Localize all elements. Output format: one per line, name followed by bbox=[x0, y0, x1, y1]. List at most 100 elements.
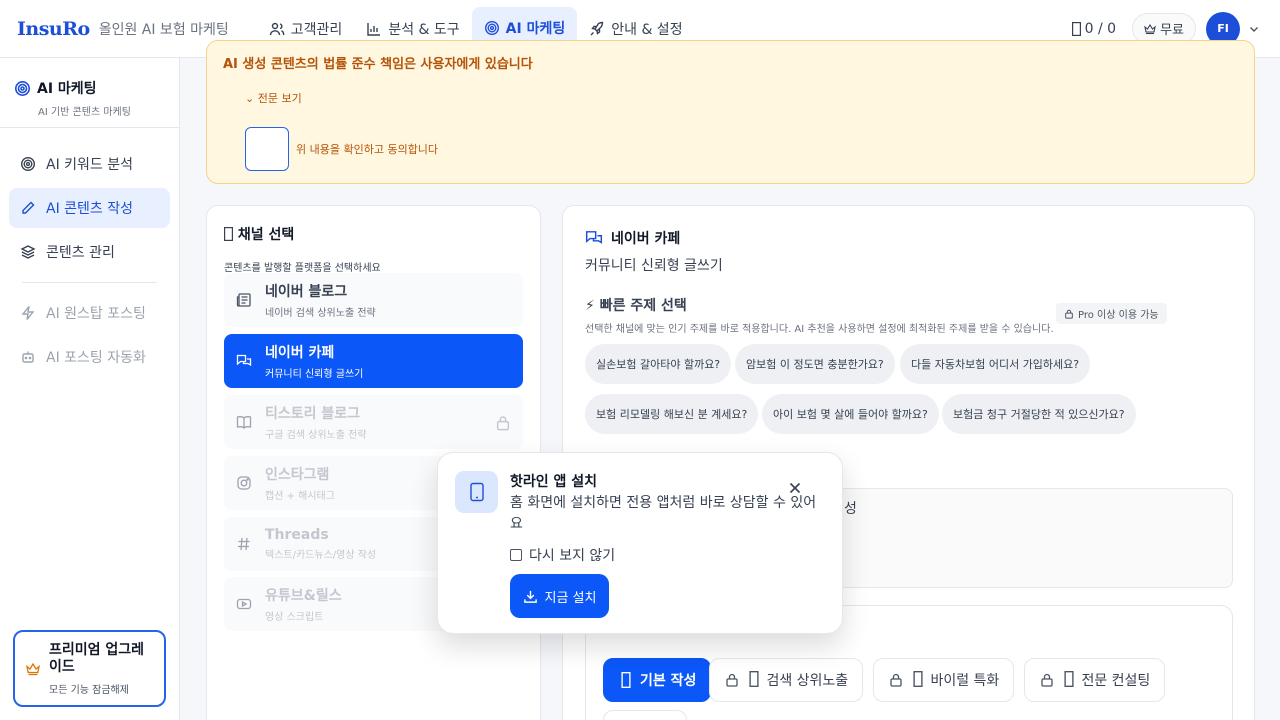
newspaper-icon bbox=[236, 293, 251, 307]
install-now-label: 지금 설치 bbox=[544, 590, 597, 606]
sidebar-subtitle: AI 기반 콘텐츠 마케팅 bbox=[38, 107, 131, 118]
channel-name: 티스토리 블로그 bbox=[265, 406, 361, 422]
channel-name: 유튜브&릴스 bbox=[265, 588, 342, 604]
lock-icon bbox=[496, 416, 510, 431]
tablet-icon bbox=[455, 471, 498, 513]
notice-more-label: 전문 보기 bbox=[257, 92, 302, 105]
crown-icon bbox=[26, 662, 40, 676]
content-panel-title-text: 네이버 카페 bbox=[611, 231, 681, 247]
channel-panel-title: 채널 선택 bbox=[224, 224, 294, 244]
content-panel-subtitle: 커뮤니티 신뢰형 글쓰기 bbox=[585, 258, 723, 274]
style-label-text: 바이럴 특화 bbox=[930, 673, 1000, 689]
sidebar-item-keyword-analysis[interactable]: AI 키워드 분석 bbox=[9, 144, 170, 184]
premium-upgrade-card[interactable]: 프리미엄 업그레이드 모든 기능 잠금해제 bbox=[13, 630, 166, 707]
sidebar-item-auto-posting[interactable]: AI 포스팅 자동화 bbox=[9, 337, 170, 377]
pro-badge-label: Pro 이상 이용 가능 bbox=[1078, 310, 1159, 321]
nav-label: 분석 & 도구 bbox=[388, 21, 460, 38]
chat-bubbles-icon bbox=[585, 231, 603, 244]
dont-show-again-label: 다시 보지 않기 bbox=[529, 548, 616, 564]
premium-subtitle: 모든 기능 잠금해제 bbox=[49, 685, 129, 696]
dont-show-again[interactable]: 다시 보지 않기 bbox=[510, 545, 615, 565]
download-icon bbox=[523, 590, 537, 603]
lightning-icon bbox=[21, 306, 35, 320]
style-seo-button[interactable]: 검색 상위노출 bbox=[709, 658, 864, 702]
sidebar-divider bbox=[22, 282, 157, 283]
nav-label: 안내 & 설정 bbox=[611, 21, 683, 38]
style-label: 기본 작성 bbox=[640, 673, 697, 689]
credit-counter[interactable]: 0 / 0 bbox=[1071, 20, 1117, 37]
style-icon bbox=[913, 671, 923, 688]
target-icon bbox=[15, 80, 30, 96]
book-icon bbox=[236, 416, 252, 429]
credit-value: 0 / 0 bbox=[1084, 20, 1117, 37]
channel-desc: 구글 검색 상위노출 전략 bbox=[265, 430, 367, 441]
popup-title: 핫라인 앱 설치 bbox=[510, 474, 598, 490]
channel-name: 네이버 블로그 bbox=[265, 284, 348, 300]
users-icon bbox=[269, 22, 285, 35]
bar-chart-icon bbox=[367, 22, 381, 36]
channel-name: 인스타그램 bbox=[265, 467, 330, 483]
style-label: 검색 상위노출 bbox=[746, 670, 848, 690]
sidebar-item-label: AI 포스팅 자동화 bbox=[46, 350, 146, 366]
target-icon bbox=[20, 156, 36, 172]
popup-description: 홈 화면에 설치하면 전용 앱처럼 바로 상담할 수 있어요 bbox=[510, 495, 817, 532]
lock-icon bbox=[1041, 673, 1053, 687]
lock-icon bbox=[890, 673, 902, 687]
sidebar-item-label: AI 키워드 분석 bbox=[46, 157, 134, 173]
style-extra-button[interactable] bbox=[603, 710, 687, 720]
sidebar-title: AI 마케팅 bbox=[14, 78, 165, 98]
sidebar-item-content-writing[interactable]: AI 콘텐츠 작성 bbox=[9, 188, 170, 228]
style-viral-button[interactable]: 바이럴 특화 bbox=[873, 658, 1015, 702]
rocket-icon bbox=[590, 21, 604, 35]
channel-desc: 영상 스크립트 bbox=[265, 612, 324, 623]
chevron-down-icon[interactable] bbox=[1248, 23, 1260, 35]
lock-icon bbox=[726, 673, 738, 687]
sidebar-header: AI 마케팅 AI 기반 콘텐츠 마케팅 bbox=[0, 58, 179, 128]
lock-icon bbox=[1065, 309, 1073, 319]
show-full-text-link[interactable]: ⌄ 전문 보기 bbox=[245, 90, 302, 106]
style-label: 바이럴 특화 bbox=[910, 670, 999, 690]
style-icon bbox=[1064, 671, 1074, 688]
topic-chip[interactable]: 암보험 이 정도면 충분한가요? bbox=[735, 344, 895, 384]
target-icon bbox=[484, 20, 499, 35]
agree-label: 위 내용을 확인하고 동의합니다 bbox=[296, 143, 439, 156]
style-label-text: 전문 컨설팅 bbox=[1081, 673, 1151, 689]
channel-desc: 네이버 검색 상위노출 전략 bbox=[265, 308, 376, 319]
app-logo[interactable]: InsuRo bbox=[17, 18, 90, 40]
agree-checkbox[interactable] bbox=[245, 127, 289, 171]
sidebar-item-label: AI 원스탑 포스팅 bbox=[46, 306, 146, 322]
legal-notice: AI 생성 콘텐츠의 법률 준수 책임은 사용자에게 있습니다 ⌄ 전문 보기 … bbox=[206, 40, 1255, 184]
channel-tistory-blog[interactable]: 티스토리 블로그 구글 검색 상위노출 전략 bbox=[224, 395, 523, 449]
hash-icon bbox=[238, 537, 250, 551]
style-label: 전문 컨설팅 bbox=[1061, 670, 1150, 690]
topic-chip[interactable]: 실손보험 갈아타야 할까요? bbox=[585, 344, 732, 384]
crown-icon bbox=[1144, 23, 1156, 34]
channel-naver-blog[interactable]: 네이버 블로그 네이버 검색 상위노출 전략 bbox=[224, 273, 523, 327]
pencil-icon bbox=[22, 201, 35, 214]
topic-chip[interactable]: 아이 보험 몇 살에 들어야 할까요? bbox=[762, 394, 939, 434]
channel-name: 네이버 카페 bbox=[265, 345, 335, 361]
install-now-button[interactable]: 지금 설치 bbox=[510, 574, 609, 618]
credit-icon bbox=[1071, 21, 1081, 36]
sidebar-item-onestop-posting[interactable]: AI 원스탑 포스팅 bbox=[9, 293, 170, 333]
style-expert-button[interactable]: 전문 컨설팅 bbox=[1024, 658, 1166, 702]
topic-chip[interactable]: 다들 자동차보험 어디서 가입하세요? bbox=[900, 344, 1091, 384]
content-panel-title: 네이버 카페 bbox=[585, 228, 680, 248]
youtube-icon bbox=[236, 598, 252, 610]
topic-chip[interactable]: 보험금 청구 거절당한 적 있으신가요? bbox=[942, 394, 1136, 434]
style-label-text: 검색 상위노출 bbox=[766, 673, 849, 689]
channel-panel-title-text: 채널 선택 bbox=[237, 227, 295, 243]
channel-name: Threads bbox=[265, 527, 329, 543]
topic-chip[interactable]: 보험 리모델링 해보신 분 계세요? bbox=[585, 394, 759, 434]
sidebar-title-text: AI 마케팅 bbox=[37, 81, 97, 97]
quick-topic-title: ⚡ 빠른 주제 선택 bbox=[585, 298, 687, 314]
instagram-icon bbox=[237, 476, 251, 490]
channel-naver-cafe[interactable]: 네이버 카페 커뮤니티 신뢰형 글쓰기 bbox=[224, 334, 523, 388]
premium-title: 프리미엄 업그레이드 bbox=[49, 642, 145, 675]
style-basic-button[interactable]: 기본 작성 bbox=[603, 658, 712, 702]
robot-icon bbox=[22, 351, 34, 363]
dont-show-again-checkbox[interactable] bbox=[510, 549, 522, 561]
sidebar-item-content-manage[interactable]: 콘텐츠 관리 bbox=[9, 232, 170, 272]
app-install-popup: 핫라인 앱 설치 홈 화면에 설치하면 전용 앱처럼 바로 상담할 수 있어요 … bbox=[437, 452, 843, 634]
sidebar: AI 마케팅 AI 기반 콘텐츠 마케팅 AI 키워드 분석 AI 콘텐츠 작성… bbox=[0, 58, 180, 720]
